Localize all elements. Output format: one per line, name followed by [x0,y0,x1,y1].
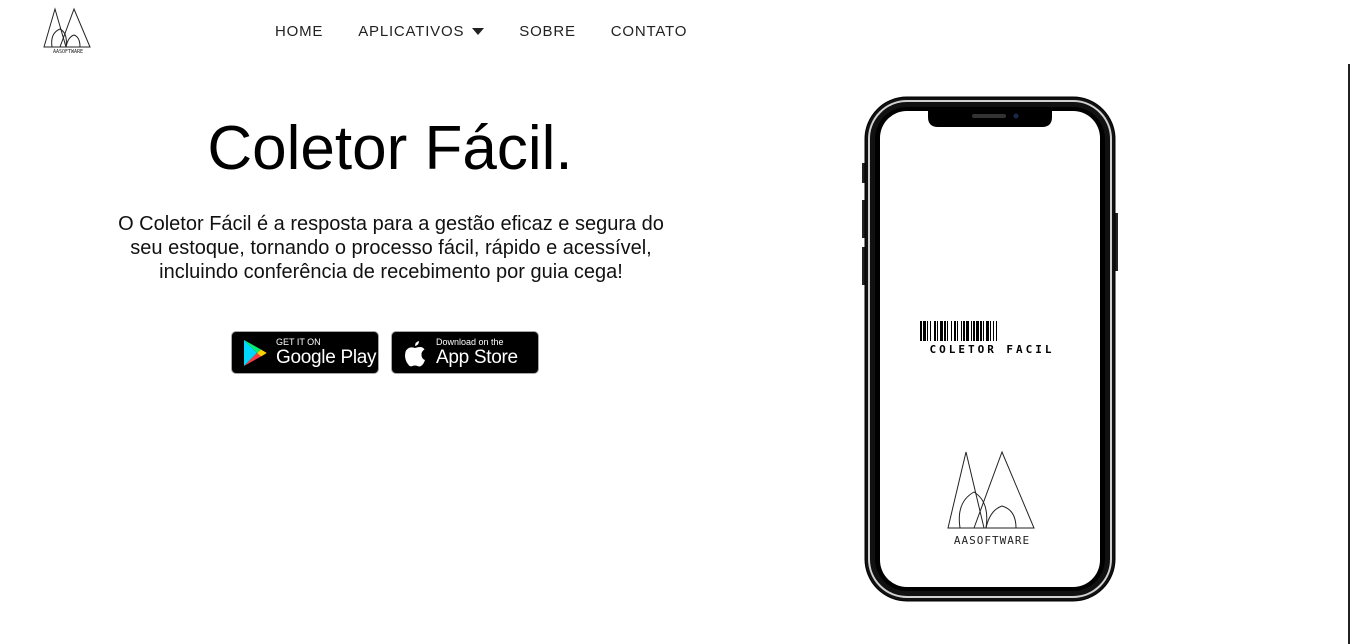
logo-text: AASOFTWARE [53,49,83,55]
hero-description: O Coletor Fácil é a resposta para a gest… [118,213,664,283]
page-title: Coletor Fácil. [207,114,573,183]
google-play-small-text: GET IT ON [276,337,321,347]
app-store-button[interactable]: Download on the App Store [391,331,539,374]
brand-logo[interactable]: AASOFTWARE [40,3,96,55]
nav-home-label: HOME [275,23,324,40]
aasoftware-logo-icon: AASOFTWARE [43,7,91,55]
main-nav: HOME APLICATIVOS SOBRE CONTATO [275,23,722,40]
app-store-label: App Store [436,347,518,368]
nav-contato-label: CONTATO [610,23,688,40]
apple-icon [400,338,430,368]
nav-aplicativos[interactable]: APLICATIVOS [358,23,485,40]
splash-logo-text: AASOFTWARE [953,534,1031,547]
barcode-label: COLETOR FACIL [929,343,1055,356]
app-store-small-text: Download on the [436,337,504,347]
google-play-button[interactable]: GET IT ON Google Play [231,331,379,374]
caret-down-icon [472,28,485,35]
nav-contato[interactable]: CONTATO [611,23,687,40]
nav-home[interactable]: HOME [275,23,323,40]
nav-sobre-label: SOBRE [519,23,576,40]
google-play-label: Google Play [276,347,377,368]
google-play-icon [240,338,270,368]
nav-sobre[interactable]: SOBRE [519,23,576,40]
phone-mockup: COLETOR FACIL AASOFTWARE [862,95,1118,603]
phone-notch [928,111,1052,127]
nav-aplicativos-label: APLICATIVOS [358,23,465,40]
aasoftware-splash-logo-icon [947,450,1035,529]
